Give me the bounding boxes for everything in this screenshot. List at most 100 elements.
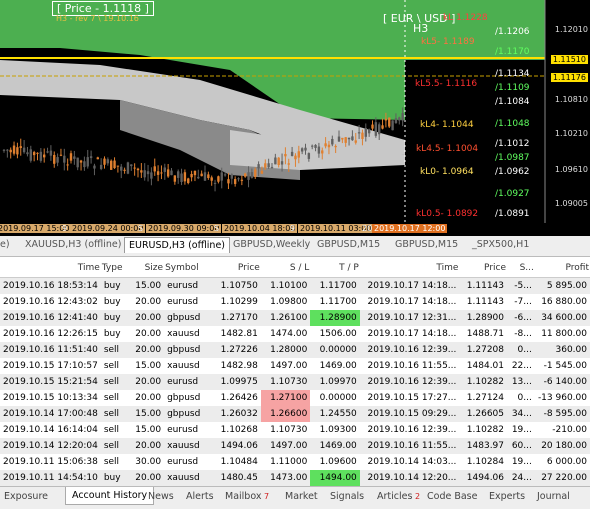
candle-body — [103, 158, 106, 165]
chart-tab[interactable]: _SPX500,H1 — [472, 239, 529, 250]
column-header[interactable]: Symbol — [164, 259, 212, 278]
candle-body — [106, 159, 110, 164]
column-header[interactable]: Time — [0, 259, 101, 278]
table-cell: 2019.10.15 17:10:57 — [0, 358, 101, 374]
terminal-tab-label: Experts — [489, 491, 526, 502]
column-header[interactable]: S... — [507, 259, 535, 278]
candle-body — [257, 164, 260, 169]
table-row[interactable]: 2019.10.16 12:26:15 buy 20.00 xauusd 1482.81… — [0, 326, 590, 342]
mid-price: /1.1134 — [495, 69, 530, 79]
table-cell: xauusd — [164, 438, 212, 454]
table-cell: 2019.10.15 10:13:34 — [0, 390, 101, 406]
table-row[interactable]: 2019.10.16 12:43:02 buy 20.00 eurusd 1.10299… — [0, 294, 590, 310]
table-cell: sell — [100, 406, 133, 422]
terminal-tab-label: Mailbox — [225, 491, 262, 502]
chart-tab[interactable]: GBPUSD,Weekly — [233, 239, 310, 250]
table-cell: 1.11000 — [260, 454, 311, 470]
price-axis-label: 1.11510 — [550, 55, 588, 64]
time-axis-label: 2019.09.30 09:00 — [146, 224, 222, 233]
candle-body — [63, 155, 66, 163]
candle-body — [287, 163, 290, 165]
table-cell: 20.00 — [132, 294, 165, 310]
candle-body — [284, 154, 287, 157]
column-header[interactable]: Price — [211, 259, 261, 278]
candle-body — [334, 145, 337, 148]
level-label: kL 1.1228 — [443, 13, 488, 23]
mid-price: /1.1109 — [495, 83, 530, 93]
terminal-tab-journal[interactable]: Journal — [537, 491, 570, 502]
chart-tab[interactable]: GBPUSD,M15 — [317, 239, 380, 250]
table-cell: 1480.45 — [211, 470, 261, 486]
chart-tab-active[interactable]: EURUSD,H3 (offline) — [124, 237, 230, 253]
table-row[interactable]: 2019.10.11 14:54:10 buy 20.00 xauusd 1480.45… — [0, 470, 590, 486]
table-row[interactable]: 2019.10.15 15:21:54 sell 20.00 eurusd 1.0997… — [0, 374, 590, 390]
table-row[interactable]: 2019.10.15 10:13:34 sell 20.00 gbpusd 1.2642… — [0, 390, 590, 406]
candle-body — [294, 155, 297, 160]
candle-body — [347, 137, 351, 140]
terminal-tab-code-base[interactable]: Code Base — [427, 491, 477, 502]
mid-price: /1.1206 — [495, 27, 530, 37]
candle-body — [401, 113, 404, 121]
candle-body — [203, 172, 207, 181]
candle-body — [146, 171, 150, 175]
column-header[interactable]: Size — [132, 259, 165, 278]
terminal-tab-signals[interactable]: Signals — [330, 491, 364, 502]
table-cell: 1.26032 — [211, 406, 261, 422]
table-cell: 5 895.00 — [534, 277, 590, 294]
candle-body — [177, 171, 180, 178]
table-cell: buy — [100, 326, 133, 342]
table-row[interactable]: 2019.10.16 18:53:14 buy 15.00 eurusd 1.10750… — [0, 277, 590, 294]
table-cell: 2019.10.16 12:43:02 — [0, 294, 101, 310]
candle-body — [304, 147, 307, 151]
table-row[interactable]: 2019.10.16 12:41:40 buy 20.00 gbpusd 1.27170… — [0, 310, 590, 326]
table-cell: 2019.10.15 09:29... — [359, 406, 460, 422]
column-header[interactable]: S / L — [260, 259, 311, 278]
time-axis-label: 2019.10.04 18:00 — [222, 224, 298, 233]
unread-badge: 7 — [261, 492, 270, 501]
terminal-tab-mailbox[interactable]: Mailbox 7 — [225, 491, 269, 502]
column-header[interactable]: Price — [459, 259, 508, 278]
table-cell: 22... — [507, 358, 535, 374]
table-row[interactable]: 2019.10.11 15:06:38 sell 30.00 eurusd 1.1048… — [0, 454, 590, 470]
chart-tab[interactable]: e) — [0, 239, 10, 250]
table-row[interactable]: 2019.10.15 17:10:57 sell 15.00 xauusd 1482.9… — [0, 358, 590, 374]
table-cell: 1.11143 — [459, 294, 508, 310]
table-cell: 1.10100 — [260, 277, 311, 294]
table-row[interactable]: 2019.10.14 12:20:04 sell 20.00 xauusd 1494.0… — [0, 438, 590, 454]
candle-body — [207, 174, 210, 179]
time-axis-fragment: 9 — [62, 224, 68, 233]
candle-body — [357, 132, 361, 134]
terminal-tab-articles[interactable]: Articles 2 — [377, 491, 420, 502]
candle-body — [66, 164, 69, 166]
account-history-table: Time Type Size Symbol Price S / LT / P Time Pri… — [0, 259, 590, 486]
terminal-tab-news[interactable]: News — [148, 491, 174, 502]
table-row[interactable]: 2019.10.14 16:14:04 sell 15.00 eurusd 1.1026… — [0, 422, 590, 438]
table-cell: 1.10750 — [211, 277, 261, 294]
terminal-tab-alerts[interactable]: Alerts — [186, 491, 214, 502]
price-chart[interactable]: [ Price - 1.1118 ] H3 - rev 7 \ 19.10.16… — [0, 0, 590, 236]
terminal-tab-label: Exposure — [4, 491, 48, 502]
terminal-tab-market[interactable]: Market — [285, 491, 318, 502]
column-header[interactable]: Profit — [534, 259, 590, 278]
table-cell: 1.09975 — [211, 374, 261, 390]
terminal-tab-experts[interactable]: Experts — [489, 491, 525, 502]
column-header[interactable]: T / P — [310, 259, 360, 278]
candle-body — [56, 157, 59, 163]
column-header[interactable]: Time — [359, 259, 460, 278]
candle-body — [244, 173, 247, 177]
table-cell: 30.00 — [132, 454, 165, 470]
chart-tab[interactable]: XAUUSD,H3 (offline) — [25, 239, 121, 250]
candle-body — [193, 170, 197, 176]
table-row[interactable]: 2019.10.14 17:00:48 sell 15.00 gbpusd 1.2603… — [0, 406, 590, 422]
table-cell: sell — [100, 390, 133, 406]
table-cell: 1.09800 — [260, 294, 311, 310]
terminal-tab-exposure[interactable]: Exposure — [4, 491, 48, 502]
table-cell: 20.00 — [132, 326, 165, 342]
chart-tab[interactable]: GBPUSD,M15 — [395, 239, 458, 250]
candle-body — [321, 150, 324, 154]
table-row[interactable]: 2019.10.16 11:51:40 sell 20.00 gbpusd 1.2722… — [0, 342, 590, 358]
candle-body — [254, 169, 257, 178]
column-header[interactable]: Type — [100, 259, 133, 278]
terminal-tab-account-history[interactable]: Account History — [65, 487, 155, 505]
table-cell: 1483.97 — [459, 438, 508, 454]
